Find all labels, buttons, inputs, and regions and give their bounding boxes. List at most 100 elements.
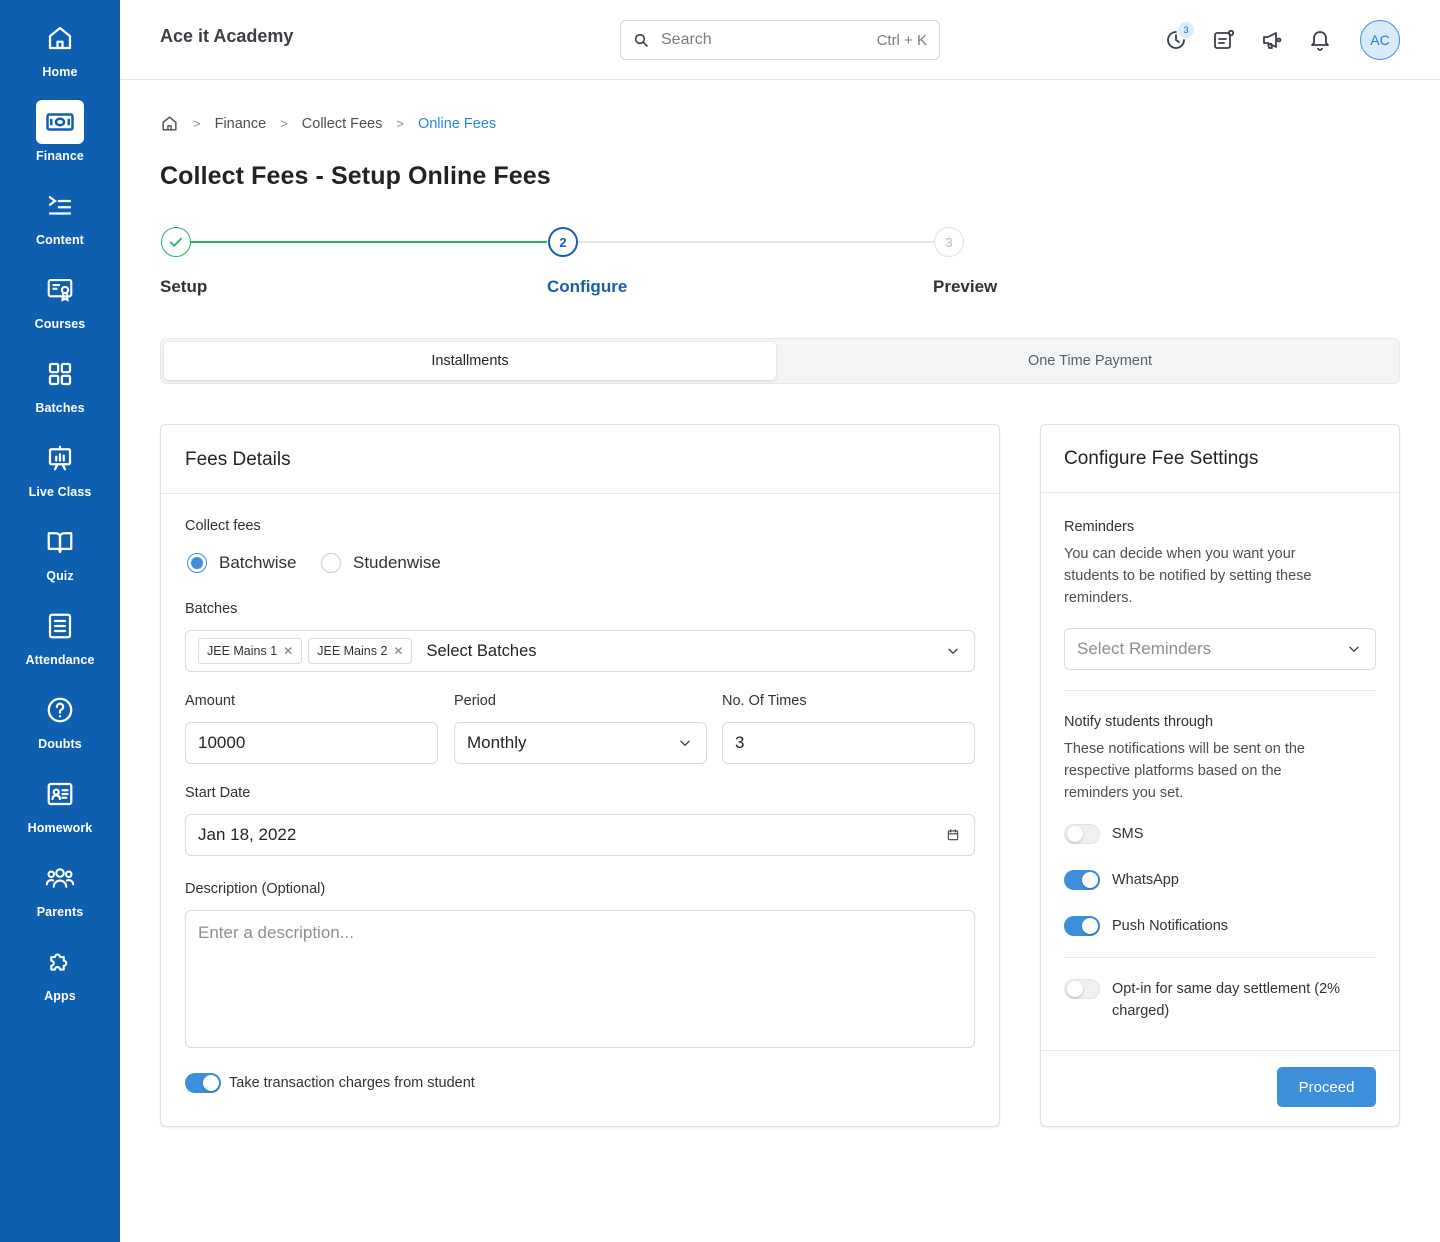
times-label: No. Of Times xyxy=(722,693,807,709)
radio-selected-indicator xyxy=(187,553,207,573)
sidebar-item-quiz[interactable]: Quiz xyxy=(0,520,120,604)
radio-batchwise[interactable]: Batchwise xyxy=(187,553,296,573)
batch-chip: JEE Mains 1 ✕ xyxy=(198,638,303,664)
sidebar-item-attendance[interactable]: Attendance xyxy=(0,604,120,688)
reminders-help-line: students to be notified by setting these xyxy=(1064,568,1312,584)
start-date-value: Jan 18, 2022 xyxy=(198,825,297,844)
bell-icon xyxy=(1311,31,1329,51)
avatar[interactable]: AC xyxy=(1360,20,1400,60)
presentation-icon xyxy=(36,436,84,480)
document-icon xyxy=(36,604,84,648)
sidebar-item-home[interactable]: Home xyxy=(0,16,120,100)
sms-label: SMS xyxy=(1112,826,1144,842)
toggle-knob xyxy=(1082,918,1098,934)
breadcrumb-finance[interactable]: Finance xyxy=(215,116,267,132)
fees-details-title: Fees Details xyxy=(185,449,291,470)
radio-indicator xyxy=(321,553,341,573)
settlement-label-line: Opt-in for same day settlement (2% xyxy=(1112,981,1341,997)
chevron-down-icon xyxy=(948,648,958,654)
times-field[interactable] xyxy=(722,722,975,764)
start-date-field[interactable]: Jan 18, 2022 xyxy=(185,814,975,856)
remove-chip-icon[interactable]: ✕ xyxy=(283,644,293,658)
reminders-help: You can decide when you want your studen… xyxy=(1064,543,1311,609)
notify-help-line: These notifications will be sent on the xyxy=(1064,741,1305,757)
start-date-label: Start Date xyxy=(185,785,251,801)
step-setup-circle[interactable] xyxy=(161,227,191,257)
period-label: Period xyxy=(454,693,496,709)
stepper-line-completed xyxy=(191,241,547,243)
sidebar-item-label: Finance xyxy=(36,149,84,163)
toggle-knob xyxy=(1067,981,1083,997)
push-notifications-label: Push Notifications xyxy=(1112,918,1229,934)
sidebar-item-label: Live Class xyxy=(28,485,92,499)
whatsapp-toggle[interactable] xyxy=(1064,870,1100,890)
proceed-button[interactable]: Proceed xyxy=(1277,1067,1376,1107)
card-divider xyxy=(161,493,999,494)
book-icon xyxy=(36,520,84,564)
tasks-button[interactable] xyxy=(1212,28,1236,52)
calendar-icon[interactable] xyxy=(946,828,960,842)
announcements-button[interactable] xyxy=(1260,28,1284,52)
period-select[interactable]: Monthly xyxy=(454,722,707,764)
home-icon[interactable] xyxy=(160,114,179,133)
description-input[interactable] xyxy=(198,911,962,1047)
sidebar-item-parents[interactable]: Parents xyxy=(0,856,120,940)
step-preview-circle[interactable]: 3 xyxy=(934,227,964,257)
megaphone-icon xyxy=(1263,32,1282,49)
sidebar-item-label: Courses xyxy=(34,317,86,331)
certificate-icon xyxy=(36,268,84,312)
amount-field[interactable] xyxy=(185,722,438,764)
sidebar-item-apps[interactable]: Apps xyxy=(0,940,120,1024)
step-configure-circle[interactable]: 2 xyxy=(548,227,578,257)
search-shortcut: Ctrl + K xyxy=(876,31,927,49)
sidebar-item-label: Attendance xyxy=(25,653,95,667)
transaction-charges-toggle[interactable] xyxy=(185,1073,221,1093)
sidebar-item-finance[interactable]: Finance xyxy=(0,100,120,184)
sidebar-item-label: Quiz xyxy=(46,569,74,583)
sidebar-item-content[interactable]: Content xyxy=(0,184,120,268)
batches-select[interactable]: JEE Mains 1 ✕ JEE Mains 2 ✕ Select Batch… xyxy=(185,630,975,672)
tasks-icon xyxy=(1214,29,1235,49)
sidebar-item-doubts[interactable]: Doubts xyxy=(0,688,120,772)
batches-placeholder: Select Batches xyxy=(426,641,537,660)
section-divider xyxy=(1064,957,1377,958)
page-title: Collect Fees - Setup Online Fees xyxy=(160,162,551,190)
step-preview-label: Preview xyxy=(933,277,998,296)
card-divider xyxy=(1041,492,1399,493)
grid-icon xyxy=(36,352,84,396)
radio-label: Studenwise xyxy=(353,553,441,572)
sms-toggle[interactable] xyxy=(1064,824,1100,844)
notifications-button[interactable] xyxy=(1308,28,1332,52)
times-input[interactable] xyxy=(735,733,962,753)
question-icon xyxy=(36,688,84,732)
search-input[interactable] xyxy=(661,31,851,49)
activity-button[interactable]: 3 xyxy=(1164,22,1194,52)
amount-input[interactable] xyxy=(198,733,425,753)
sidebar-item-homework[interactable]: Homework xyxy=(0,772,120,856)
chevron-down-icon xyxy=(680,740,690,746)
description-field[interactable] xyxy=(185,910,975,1048)
sidebar-item-live-class[interactable]: Live Class xyxy=(0,436,120,520)
same-day-settlement-toggle[interactable] xyxy=(1064,979,1100,999)
push-notifications-toggle[interactable] xyxy=(1064,916,1100,936)
toggle-knob xyxy=(203,1075,219,1091)
step-setup-label: Setup xyxy=(160,277,208,296)
section-divider xyxy=(1064,690,1377,691)
amount-label: Amount xyxy=(185,693,235,709)
breadcrumb-online-fees: Online Fees xyxy=(417,115,497,132)
sidebar-item-label: Batches xyxy=(35,401,85,415)
tab-installments[interactable]: Installments xyxy=(164,342,776,380)
remove-chip-icon[interactable]: ✕ xyxy=(393,644,403,658)
reminders-help-line: reminders. xyxy=(1064,590,1133,606)
tab-one-time-payment[interactable]: One Time Payment xyxy=(784,342,1396,380)
puzzle-icon xyxy=(36,940,84,984)
sidebar-item-batches[interactable]: Batches xyxy=(0,352,120,436)
list-icon xyxy=(36,184,84,228)
sidebar-item-courses[interactable]: Courses xyxy=(0,268,120,352)
search-box[interactable]: Ctrl + K xyxy=(620,20,940,60)
batch-chip-label: JEE Mains 2 xyxy=(317,644,388,658)
reminders-select[interactable]: Select Reminders xyxy=(1064,628,1376,670)
breadcrumb-collect-fees[interactable]: Collect Fees xyxy=(302,116,383,132)
cash-icon xyxy=(36,100,84,144)
radio-studenwise[interactable]: Studenwise xyxy=(321,553,441,573)
